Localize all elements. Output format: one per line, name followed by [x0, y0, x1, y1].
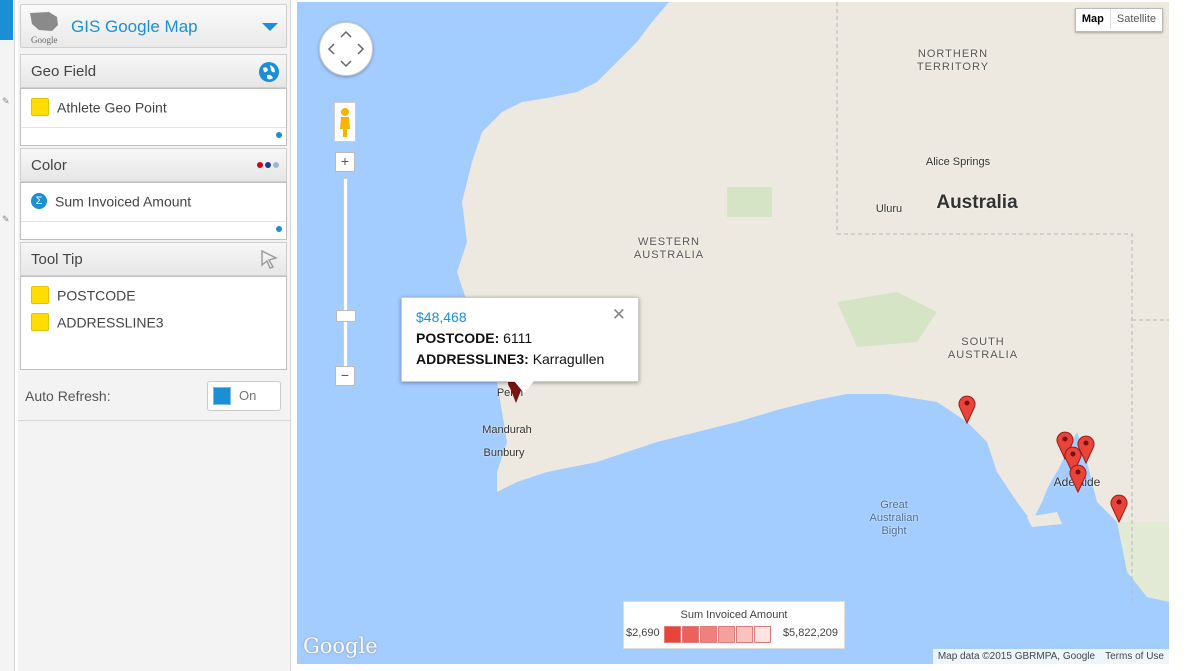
- zoom-in-button[interactable]: +: [335, 152, 355, 172]
- visualization-title: GIS Google Map: [71, 17, 198, 36]
- geo-field-label: Geo Field: [31, 63, 97, 80]
- geo-field-header: Geo Field: [20, 54, 287, 88]
- pegman-figure-icon: [340, 108, 350, 137]
- postcode-key: POSTCODE:: [416, 330, 500, 346]
- geo-field-dropzone[interactable]: Athlete Geo Point: [20, 88, 287, 146]
- green-area: [1117, 522, 1169, 602]
- divider: [21, 221, 286, 222]
- legend-swatch: [700, 626, 717, 643]
- info-window-postcode: POSTCODE: 6111: [416, 330, 532, 346]
- map-label-northern-territory: NORTHERN TERRITORY: [916, 48, 990, 73]
- legend-swatch: [754, 626, 771, 643]
- settings-panel: Google GIS Google Map Geo Field Athlete …: [18, 0, 291, 671]
- map-label-city: Bunbury: [483, 447, 525, 459]
- tooltip-dropzone[interactable]: POSTCODE ADDRESSLINE3: [20, 276, 287, 370]
- tooltip-label: Tool Tip: [31, 251, 83, 268]
- map-canvas[interactable]: Map Satellite + − NORTHERN TERRITORY WEST…: [297, 2, 1169, 664]
- map-data-credit: Map data ©2015 GBRMPA, Google: [937, 651, 1096, 662]
- map-label-city: Alice Springs: [925, 156, 991, 168]
- map-label-city: Mandurah: [482, 424, 532, 436]
- map-type-satellite-button[interactable]: Satellite: [1111, 9, 1162, 29]
- google-logo[interactable]: Google: [303, 634, 378, 658]
- legend-max: $5,822,209: [782, 627, 838, 639]
- map-label-city: Uluru: [875, 203, 903, 215]
- map-label-south-australia: SOUTH AUSTRALIA: [947, 336, 1019, 361]
- green-area: [727, 187, 772, 217]
- sigma-icon: Σ: [31, 193, 47, 210]
- map-marker-pin-icon[interactable]: [1110, 493, 1128, 523]
- close-icon[interactable]: ✕: [612, 305, 626, 325]
- legend-title: Sum Invoiced Amount: [680, 609, 788, 621]
- map-marker-pin-icon[interactable]: [958, 394, 976, 424]
- terms-of-use-link[interactable]: Terms of Use: [1100, 651, 1169, 662]
- left-edge-tab[interactable]: [0, 0, 13, 40]
- tooltip-item: ADDRESSLINE3: [57, 314, 164, 331]
- color-dots-icon: [257, 162, 279, 168]
- toggle-knob: [213, 387, 231, 405]
- pan-arrows-icon: [327, 30, 365, 68]
- zoom-out-button[interactable]: −: [335, 366, 355, 386]
- edit-icon[interactable]: ✎: [2, 97, 10, 106]
- marker-info-window: $48,468 POSTCODE: 6111 ADDRESSLINE3: Kar…: [401, 297, 639, 393]
- color-legend: Sum Invoiced Amount $2,690 $5,822,209: [623, 601, 845, 649]
- google-map-logo-icon: Google: [30, 12, 58, 45]
- drop-indicator-dot: [276, 226, 282, 232]
- dimension-icon: [31, 286, 49, 305]
- google-logo-text: Google: [31, 35, 58, 45]
- map-attribution: Map data ©2015 GBRMPA, Google Terms of Us…: [932, 649, 1169, 664]
- color-dropzone[interactable]: Σ Sum Invoiced Amount: [20, 182, 287, 240]
- geo-field-item: Athlete Geo Point: [57, 99, 167, 116]
- zoom-slider-track[interactable]: [343, 178, 348, 368]
- info-window-tail: [514, 381, 534, 393]
- address-key: ADDRESSLINE3:: [416, 351, 529, 367]
- tooltip-header: Tool Tip: [20, 242, 287, 276]
- zoom-slider-thumb[interactable]: [336, 310, 356, 322]
- legend-swatch: [736, 626, 753, 643]
- cursor-arrow-icon: [261, 249, 278, 269]
- pan-control[interactable]: [319, 22, 373, 76]
- info-window-value: $48,468: [416, 309, 467, 325]
- map-label-country: Australia: [936, 192, 1018, 213]
- water-gulf: [937, 472, 997, 514]
- divider: [21, 127, 286, 128]
- divider: [18, 420, 290, 421]
- color-header: Color: [20, 148, 287, 182]
- legend-swatch: [718, 626, 735, 643]
- color-label: Color: [31, 157, 67, 174]
- list-item[interactable]: ADDRESSLINE3: [31, 313, 164, 333]
- map-type-control[interactable]: Map Satellite: [1074, 8, 1163, 32]
- chevron-down-icon[interactable]: [262, 23, 278, 31]
- list-item[interactable]: POSTCODE: [31, 286, 136, 306]
- color-item: Sum Invoiced Amount: [55, 193, 192, 210]
- street-view-pegman-icon[interactable]: [334, 102, 356, 142]
- auto-refresh-toggle[interactable]: On: [207, 381, 281, 411]
- left-edge-strip: ✎ ✎: [0, 0, 15, 671]
- tooltip-item: POSTCODE: [57, 287, 136, 304]
- visualization-selector[interactable]: Google GIS Google Map: [20, 4, 287, 48]
- edit-icon[interactable]: ✎: [2, 215, 10, 224]
- legend-swatch: [664, 626, 681, 643]
- legend-swatch: [682, 626, 699, 643]
- postcode-value: 6111: [503, 330, 533, 346]
- dimension-icon: [31, 98, 49, 117]
- map-marker-pin-icon[interactable]: [1069, 463, 1087, 493]
- drop-indicator-dot: [276, 132, 282, 138]
- dimension-icon: [31, 313, 49, 332]
- map-type-map-button[interactable]: Map: [1076, 9, 1111, 29]
- map-label-western-australia: WESTERN AUSTRALIA: [633, 236, 705, 261]
- toggle-state: On: [239, 388, 257, 403]
- info-window-address: ADDRESSLINE3: Karragullen: [416, 351, 604, 367]
- map-label-sea: Great Australian Bight: [869, 499, 919, 537]
- legend-min: $2,690: [626, 627, 660, 639]
- globe-icon: [259, 62, 279, 82]
- list-item[interactable]: Athlete Geo Point: [31, 98, 167, 118]
- list-item[interactable]: Σ Sum Invoiced Amount: [31, 192, 191, 212]
- auto-refresh-label: Auto Refresh:: [25, 388, 111, 404]
- address-value: Karragullen: [532, 351, 605, 367]
